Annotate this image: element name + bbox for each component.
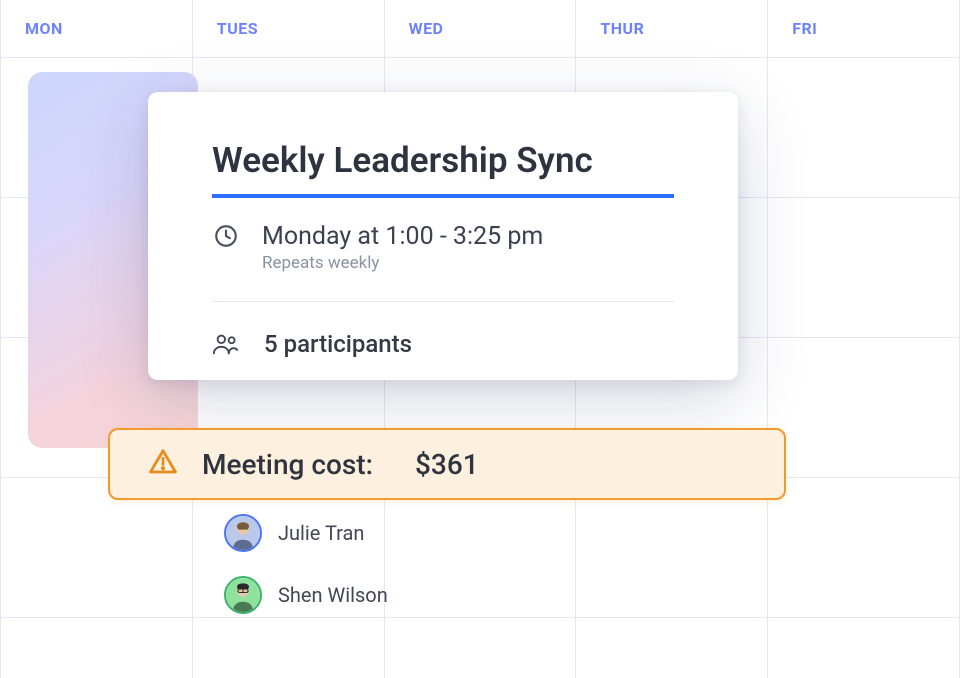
event-time-row: Monday at 1:00 - 3:25 pm Repeats weekly [212, 222, 674, 273]
participants-summary-row: 5 participants [212, 330, 674, 358]
calendar-cell[interactable] [768, 198, 960, 337]
participant-row[interactable]: Shen Wilson [224, 576, 388, 614]
weekday-fri[interactable]: FRI [768, 0, 960, 57]
calendar-cell[interactable] [768, 478, 960, 617]
warning-triangle-icon [148, 447, 178, 481]
divider [212, 301, 674, 302]
calendar-cell[interactable] [193, 618, 385, 678]
participants-list: Julie Tran Shen Wilson [224, 514, 388, 614]
participant-name: Julie Tran [278, 521, 364, 545]
avatar [224, 576, 262, 614]
weekday-wed[interactable]: WED [385, 0, 577, 57]
event-title[interactable]: Weekly Leadership Sync [212, 140, 674, 198]
event-recurrence: Repeats weekly [262, 253, 674, 273]
participant-name: Shen Wilson [278, 583, 388, 607]
avatar [224, 514, 262, 552]
meeting-cost-banner: Meeting cost: $361 [108, 428, 786, 500]
event-detail-popover: Weekly Leadership Sync Monday at 1:00 - … [148, 92, 738, 380]
calendar-cell[interactable] [768, 58, 960, 197]
participant-row[interactable]: Julie Tran [224, 514, 388, 552]
event-time: Monday at 1:00 - 3:25 pm [262, 222, 674, 251]
meeting-cost-value: $361 [415, 448, 479, 481]
calendar-cell[interactable] [0, 618, 193, 678]
calendar-cell[interactable] [768, 338, 960, 477]
weekday-header-row: MON TUES WED THUR FRI [0, 0, 960, 58]
weekday-thu[interactable]: THUR [576, 0, 768, 57]
calendar-cell[interactable] [385, 618, 577, 678]
people-icon [212, 330, 240, 358]
participants-count[interactable]: 5 participants [264, 330, 412, 358]
weekday-mon[interactable]: MON [0, 0, 193, 57]
weekday-tue[interactable]: TUES [193, 0, 385, 57]
calendar-cell[interactable] [576, 618, 768, 678]
calendar-cell[interactable] [768, 618, 960, 678]
meeting-cost-label: Meeting cost: [202, 448, 373, 481]
clock-icon [212, 222, 240, 250]
